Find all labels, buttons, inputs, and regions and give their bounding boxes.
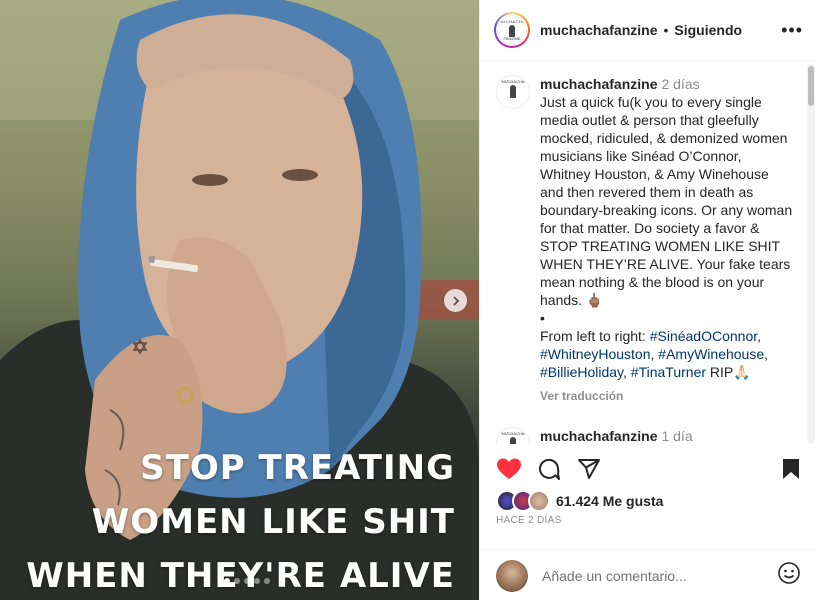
next-image-button[interactable] bbox=[444, 289, 467, 312]
comment-input[interactable] bbox=[540, 566, 764, 585]
following-button[interactable]: Siguiendo bbox=[674, 22, 742, 38]
profile-avatar[interactable]: MUCHACHA FANZINE bbox=[494, 12, 530, 48]
caption-username[interactable]: muchachafanzine bbox=[540, 76, 657, 92]
more-options-icon[interactable]: ••• bbox=[781, 20, 803, 41]
post-sidebar: MUCHACHA FANZINE muchachafanzine • Sigui… bbox=[479, 0, 816, 600]
logo-text-top: MUCHACHA bbox=[498, 19, 526, 24]
comment-time[interactable]: 1 día bbox=[661, 428, 692, 444]
chevron-right-icon bbox=[451, 293, 461, 309]
likers-avatars[interactable] bbox=[496, 490, 550, 512]
instagram-post-view: STOP TREATING WOMEN LIKE SHIT WHEN THEY'… bbox=[0, 0, 816, 600]
overlay-text-line-2: WOMEN LIKE SHIT bbox=[91, 502, 455, 542]
comment-avatar[interactable]: MUCHACHA bbox=[496, 427, 530, 444]
caption-avatar[interactable]: MUCHACHA bbox=[496, 75, 530, 109]
hashtag-separator: , bbox=[757, 328, 762, 344]
comment-item: MUCHACHA muchachafanzine 1 día bbox=[480, 405, 816, 444]
emoji-icon[interactable] bbox=[777, 561, 801, 590]
likes-row[interactable]: 61.424 Me gusta bbox=[496, 490, 663, 512]
see-translation-link[interactable]: Ver traducción bbox=[540, 387, 793, 405]
liker-avatar bbox=[528, 490, 550, 512]
hashtag-whitney[interactable]: #WhitneyHouston bbox=[540, 346, 651, 362]
carousel-indicator bbox=[224, 578, 270, 584]
carousel-dot bbox=[254, 578, 260, 584]
current-user-avatar bbox=[496, 559, 528, 592]
comment-username[interactable]: muchachafanzine bbox=[540, 428, 657, 444]
hashtag-billie[interactable]: #BillieHoliday bbox=[540, 364, 623, 380]
caption-comment: MUCHACHA muchachafanzine 2 días Just a qu… bbox=[480, 61, 816, 405]
heart-icon[interactable] bbox=[496, 457, 522, 486]
carousel-dot bbox=[244, 578, 250, 584]
hashtag-amy[interactable]: #AmyWinehouse bbox=[658, 346, 764, 362]
post-timestamp[interactable]: HACE 2 DÍAS bbox=[496, 515, 562, 526]
carousel-dot bbox=[264, 578, 270, 584]
hashtag-separator: , bbox=[623, 364, 631, 380]
avatar-logo-text: MUCHACHA bbox=[501, 431, 525, 436]
caption-rip: RIP🙏🏻 bbox=[706, 364, 751, 380]
bookmark-icon[interactable] bbox=[781, 457, 801, 486]
action-bar bbox=[496, 455, 801, 483]
header-separator: • bbox=[663, 22, 669, 38]
caption-hashtags: From left to right: #SinéadOConnor, #Whi… bbox=[540, 327, 793, 381]
logo-text-bottom: FANZINE bbox=[503, 36, 521, 41]
overlay-text-line-1: STOP TREATING bbox=[140, 448, 455, 488]
add-comment-bar bbox=[480, 549, 816, 601]
hashtag-tina[interactable]: #TinaTurner bbox=[631, 364, 706, 380]
scrollbar-thumb[interactable] bbox=[808, 66, 814, 106]
caption-time[interactable]: 2 días bbox=[661, 76, 699, 92]
hashtag-separator: , bbox=[764, 346, 769, 362]
hashtag-sinead[interactable]: #SinéadOConnor bbox=[650, 328, 757, 344]
avatar-logo-text: MUCHACHA bbox=[501, 79, 525, 84]
post-header: MUCHACHA FANZINE muchachafanzine • Sigui… bbox=[480, 0, 816, 61]
likes-count[interactable]: 61.424 Me gusta bbox=[556, 493, 663, 509]
post-image[interactable]: STOP TREATING WOMEN LIKE SHIT WHEN THEY'… bbox=[0, 0, 479, 600]
header-username[interactable]: muchachafanzine bbox=[540, 22, 657, 38]
carousel-dot-active bbox=[224, 578, 230, 584]
overlay-text-line-3: WHEN THEY'RE ALIVE bbox=[26, 556, 455, 596]
share-icon[interactable] bbox=[577, 457, 601, 486]
comments-scrollbar[interactable] bbox=[807, 64, 815, 444]
comment-icon[interactable] bbox=[537, 457, 561, 486]
comments-list[interactable]: MUCHACHA muchachafanzine 2 días Just a qu… bbox=[480, 61, 816, 444]
carousel-dot bbox=[234, 578, 240, 584]
hashtags-intro: From left to right: bbox=[540, 328, 650, 344]
fanzine-logo: MUCHACHA FANZINE bbox=[497, 15, 527, 45]
caption-dots: •⠀⠀⠀⠀⠀⠀⠀⠀ bbox=[540, 310, 627, 326]
caption-text: Just a quick fu(k you to every single me… bbox=[540, 94, 797, 308]
